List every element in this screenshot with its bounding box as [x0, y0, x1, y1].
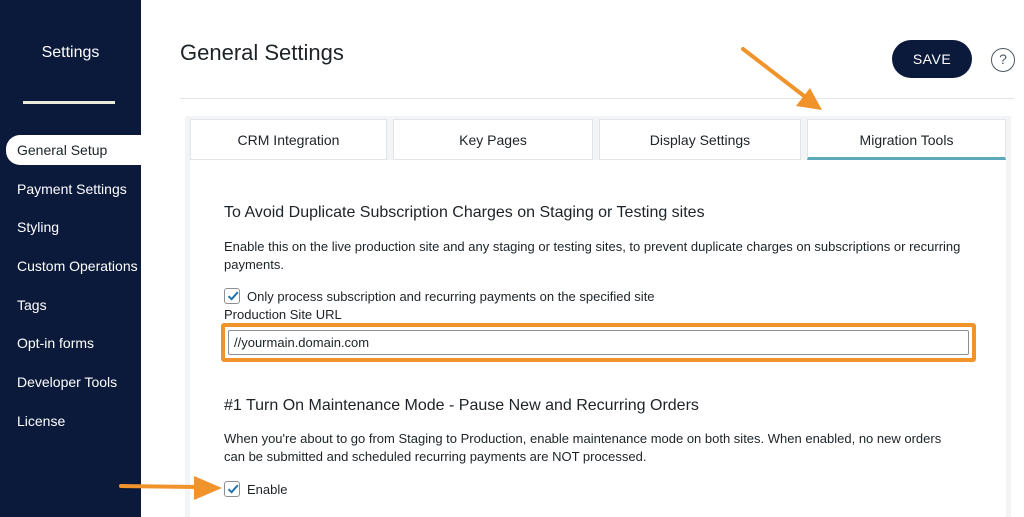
page-title: General Settings [180, 40, 344, 65]
highlight-box [221, 323, 976, 362]
maintenance-enable-checkbox[interactable] [224, 481, 240, 497]
section-title-duplicate-charges: To Avoid Duplicate Subscription Charges … [224, 204, 705, 221]
sidebar: Settings General Setup Payment Settings … [0, 0, 141, 517]
sidebar-item-general-setup[interactable]: General Setup [6, 135, 141, 165]
sidebar-nav: General Setup Payment Settings Styling C… [0, 131, 141, 441]
header-divider [180, 98, 1014, 99]
section-title-maintenance-mode: #1 Turn On Maintenance Mode - Pause New … [224, 397, 699, 414]
settings-panel: CRM Integration Key Pages Display Settin… [185, 116, 1011, 517]
section-description-duplicate-charges: Enable this on the live production site … [224, 239, 961, 272]
production-only-label: Only process subscription and recurring … [247, 288, 655, 304]
sidebar-title: Settings [41, 44, 100, 61]
production-url-label: Production Site URL [224, 307, 342, 322]
checkmark-icon [227, 484, 239, 494]
sidebar-item-custom-operations[interactable]: Custom Operations [0, 247, 141, 286]
tab-crm-integration[interactable]: CRM Integration [190, 119, 387, 160]
maintenance-enable-option: Enable [224, 480, 287, 498]
save-button[interactable]: SAVE [892, 40, 972, 78]
production-url-input[interactable] [228, 330, 969, 355]
production-only-checkbox[interactable] [224, 288, 240, 304]
tab-bar: CRM Integration Key Pages Display Settin… [190, 119, 1006, 160]
help-icon[interactable]: ? [991, 48, 1015, 72]
tab-display-settings[interactable]: Display Settings [599, 119, 801, 160]
sidebar-item-styling[interactable]: Styling [0, 208, 141, 247]
production-only-option: Only process subscription and recurring … [224, 287, 655, 305]
sidebar-item-license[interactable]: License [0, 402, 141, 441]
section-description-maintenance-mode: When you're about to go from Staging to … [224, 431, 942, 464]
tab-key-pages[interactable]: Key Pages [393, 119, 593, 160]
sidebar-item-developer-tools[interactable]: Developer Tools [0, 363, 141, 402]
checkmark-icon [227, 291, 239, 301]
sidebar-item-payment-settings[interactable]: Payment Settings [0, 170, 141, 209]
sidebar-divider [23, 101, 115, 104]
sidebar-item-tags[interactable]: Tags [0, 286, 141, 325]
arrow-annotation-icon [741, 47, 822, 110]
arrow-annotation-icon [119, 476, 222, 500]
tab-migration-tools[interactable]: Migration Tools [807, 119, 1006, 160]
maintenance-enable-label: Enable [247, 481, 288, 497]
sidebar-item-opt-in-forms[interactable]: Opt-in forms [0, 324, 141, 363]
